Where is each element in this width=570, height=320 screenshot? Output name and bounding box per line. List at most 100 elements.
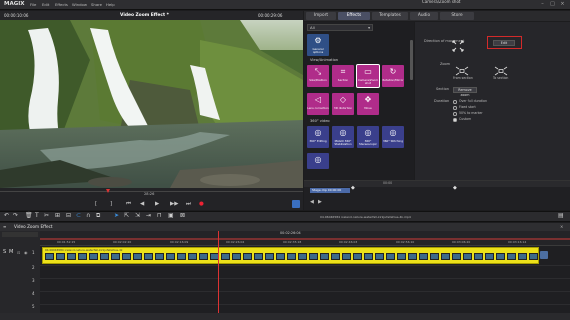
edit-button[interactable]: Edit [493,40,515,46]
project-tab-icon[interactable]: ≡ [3,225,6,229]
effect-size-position[interactable]: ⤡ Size/Position [307,65,329,87]
marker-icon[interactable]: ⊓ [157,213,162,219]
ripple-icon[interactable]: ⇥ [146,213,151,219]
insert-icon[interactable]: ⊞ [55,213,60,219]
menu-effects[interactable]: Effects [55,3,68,7]
clip-end-marker-icon[interactable] [540,251,548,259]
next-keyframe-icon[interactable]: ▶ [318,200,322,205]
playhead[interactable] [218,231,219,313]
mute-icon[interactable]: M [9,250,13,255]
duration-option-custom-radio[interactable] [453,118,457,122]
preview-position-marker[interactable] [106,189,110,193]
tab-audio[interactable]: Audio [410,12,438,20]
record-icon[interactable]: ● [199,201,204,208]
split-icon[interactable]: ⊟ [66,213,71,219]
step-back-icon[interactable]: ◀ [140,201,144,208]
maximize-icon[interactable]: □ [550,2,555,7]
close-icon[interactable]: × [560,2,565,7]
clip-thumbnail [485,253,494,260]
video-clip[interactable]: 04.06046584 iceland-nature-waterfall-kir… [42,247,539,264]
lock-icon[interactable]: ⊡ [17,251,20,255]
clip-thumbnail [221,253,230,260]
zoom-slider[interactable] [2,232,38,237]
mouse-mode-icon[interactable]: ⇲ [135,213,140,219]
toolbar-settings-icon[interactable]: ▤ [558,213,564,219]
effect-rotation-mirror[interactable]: ↻ Rotation/Mirror [382,65,404,87]
title-icon[interactable]: T [35,213,39,219]
minimize-icon[interactable]: – [540,2,545,7]
tab-effects[interactable]: Effects [338,12,370,20]
clip-thumbnail [342,253,351,260]
general-options-tile[interactable]: ⚙ General options [307,34,329,56]
clip-thumbnail [397,253,406,260]
effects-category-dropdown[interactable]: All ▾ [307,24,373,31]
direction-movement-icon[interactable] [450,38,466,54]
transition-icon[interactable]: ⊠ [180,213,185,219]
keyframe-diamond-icon[interactable]: ◆ [351,186,355,191]
zoom-tool-icon[interactable]: ▣ [168,213,174,219]
menu-edit[interactable]: Edit [42,3,49,7]
fullscreen-icon[interactable] [292,200,300,208]
next-marker-icon[interactable]: ⏭ [186,201,191,208]
track-divider [40,304,570,305]
effect-lens-correction[interactable]: ◁ Lens correction [307,93,329,115]
cut-icon[interactable]: ✂ [44,213,49,219]
menu-window[interactable]: Window [72,3,87,7]
effect-camera-zoom[interactable]: ▭ Camera/Zoom shot [356,64,380,88]
preview-position-label: 28:26 [144,192,155,196]
effect-3d-distortion[interactable]: ◇ 3D distortion [332,93,354,115]
clip-thumbnail [188,253,197,260]
group-icon[interactable]: ⧉ [96,213,100,219]
effect-360-stabilization[interactable]: ◎ MAGIX 360° Stabilization [332,126,354,148]
step-forward-icon[interactable]: ▶▶ [170,201,178,208]
remove-zoom-button[interactable]: Remove zoom [453,87,477,97]
menu-file[interactable]: File [30,3,36,7]
pointer-tool-icon[interactable]: ➤ [114,213,119,219]
effect-360-stitching[interactable]: ◎ 360° Stitching [382,126,404,148]
crop-icon: ⌗ [340,67,346,76]
zoom-in-section-icon[interactable] [455,66,469,76]
delete-icon[interactable]: 🗑 [25,213,33,219]
effect-360-stereoscopic[interactable]: ◎ 360° Stereoscopic [357,126,379,148]
duration-option-full-radio[interactable] [453,100,457,104]
effect-360-extra[interactable]: ◎ [307,153,329,169]
close-project-icon[interactable]: × [560,225,563,229]
link-icon[interactable]: ⊂ [76,213,81,219]
effect-360-editing[interactable]: ◎ 360° Editing [307,126,329,148]
prev-keyframe-icon[interactable]: ◀ [310,200,314,205]
tab-templates[interactable]: Templates [372,12,408,20]
menu-share[interactable]: Share [91,3,102,7]
magnet-icon[interactable]: ∩ [86,213,90,219]
play-icon[interactable]: ▶ [155,201,159,208]
tab-store[interactable]: Store [440,12,474,20]
lens-icon: ◁ [314,95,322,104]
effect-section[interactable]: ⌗ Section [332,65,354,87]
keyframe-ruler[interactable] [304,181,570,187]
clip-thumbnail [177,253,186,260]
clip-thumbnail [232,253,241,260]
visible-icon[interactable]: ◉ [24,251,28,255]
duration-option-fixed-radio[interactable] [453,106,457,110]
clip-thumbnail [463,253,472,260]
zoom-out-section-icon[interactable] [494,66,508,76]
range-tool-icon[interactable]: ⇱ [124,213,129,219]
prev-marker-icon[interactable]: ⏮ [126,201,131,208]
keyframe-clip-bar[interactable]: Stage clip 00:00:00 [310,188,350,193]
solo-icon[interactable]: S [3,250,6,255]
duration-option-marker-radio[interactable] [453,112,457,116]
effect-move[interactable]: ✥ Move [357,93,379,115]
mark-out-icon[interactable]: ] [110,201,112,208]
menu-help[interactable]: Help [106,3,115,7]
360-icon: ◎ [314,128,322,137]
video-preview[interactable] [0,20,303,188]
effects-scrollbar[interactable] [410,40,413,80]
redo-icon[interactable]: ↷ [13,213,18,219]
camera-icon: ▭ [364,67,372,76]
clip-thumbnail [331,253,340,260]
keyframe-diamond-icon-2[interactable]: ◆ [453,186,457,191]
tab-import[interactable]: Import [306,12,336,20]
undo-icon[interactable]: ↶ [4,213,9,219]
track-number-3: 3 [32,278,35,283]
track-number-5: 5 [32,304,35,309]
mark-in-icon[interactable]: [ [95,201,97,208]
